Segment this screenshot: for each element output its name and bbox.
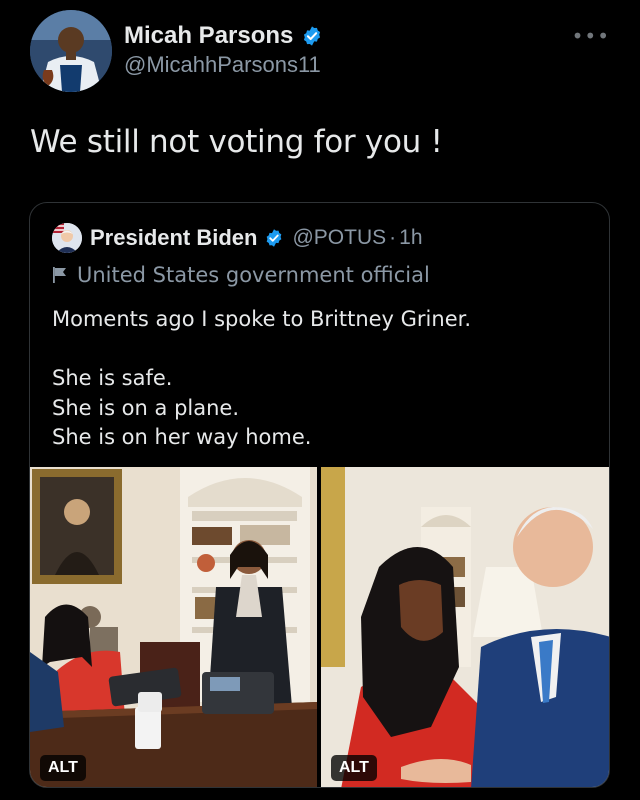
tweet: Micah Parsons @MicahhParsons11 ••• We st… <box>0 0 640 800</box>
quoted-timestamp[interactable]: 1h <box>399 226 422 250</box>
alt-text-button[interactable]: ALT <box>40 755 86 781</box>
photo-oval-office-phone-call[interactable]: ALT <box>30 467 317 787</box>
alt-text-button[interactable]: ALT <box>331 755 377 781</box>
verified-badge-icon <box>301 25 323 47</box>
government-label: United States government official <box>52 263 430 287</box>
quoted-text-line: Moments ago I spoke to Brittney Griner. <box>52 307 472 331</box>
avatar[interactable] <box>30 10 112 92</box>
flag-icon <box>52 266 68 284</box>
government-label-text: United States government official <box>77 263 430 287</box>
quoted-avatar[interactable] <box>52 223 82 253</box>
quoted-text-line <box>52 335 592 365</box>
media-grid: ALT ALT <box>30 467 609 787</box>
quoted-tweet[interactable]: President Biden @POTUS · 1h United State… <box>29 202 610 788</box>
quoted-verified-badge-icon <box>264 228 284 248</box>
quoted-separator: · <box>389 226 397 249</box>
display-name[interactable]: Micah Parsons <box>124 22 293 50</box>
quoted-text: Moments ago I spoke to Brittney Griner. … <box>52 305 592 453</box>
tweet-text: We still not voting for you ! <box>30 124 443 160</box>
photo-embrace[interactable]: ALT <box>321 467 609 787</box>
quoted-text-line: She is on her way home. <box>52 425 312 449</box>
handle[interactable]: @MicahhParsons11 <box>124 52 323 78</box>
quoted-text-line: She is safe. <box>52 366 173 390</box>
more-options-icon[interactable]: ••• <box>572 26 610 46</box>
quoted-display-name[interactable]: President Biden <box>90 225 257 251</box>
quoted-header: President Biden @POTUS · 1h <box>52 223 423 253</box>
quoted-text-line: She is on a plane. <box>52 395 240 420</box>
quoted-handle[interactable]: @POTUS <box>292 226 386 250</box>
author-block: Micah Parsons @MicahhParsons11 <box>124 20 323 78</box>
